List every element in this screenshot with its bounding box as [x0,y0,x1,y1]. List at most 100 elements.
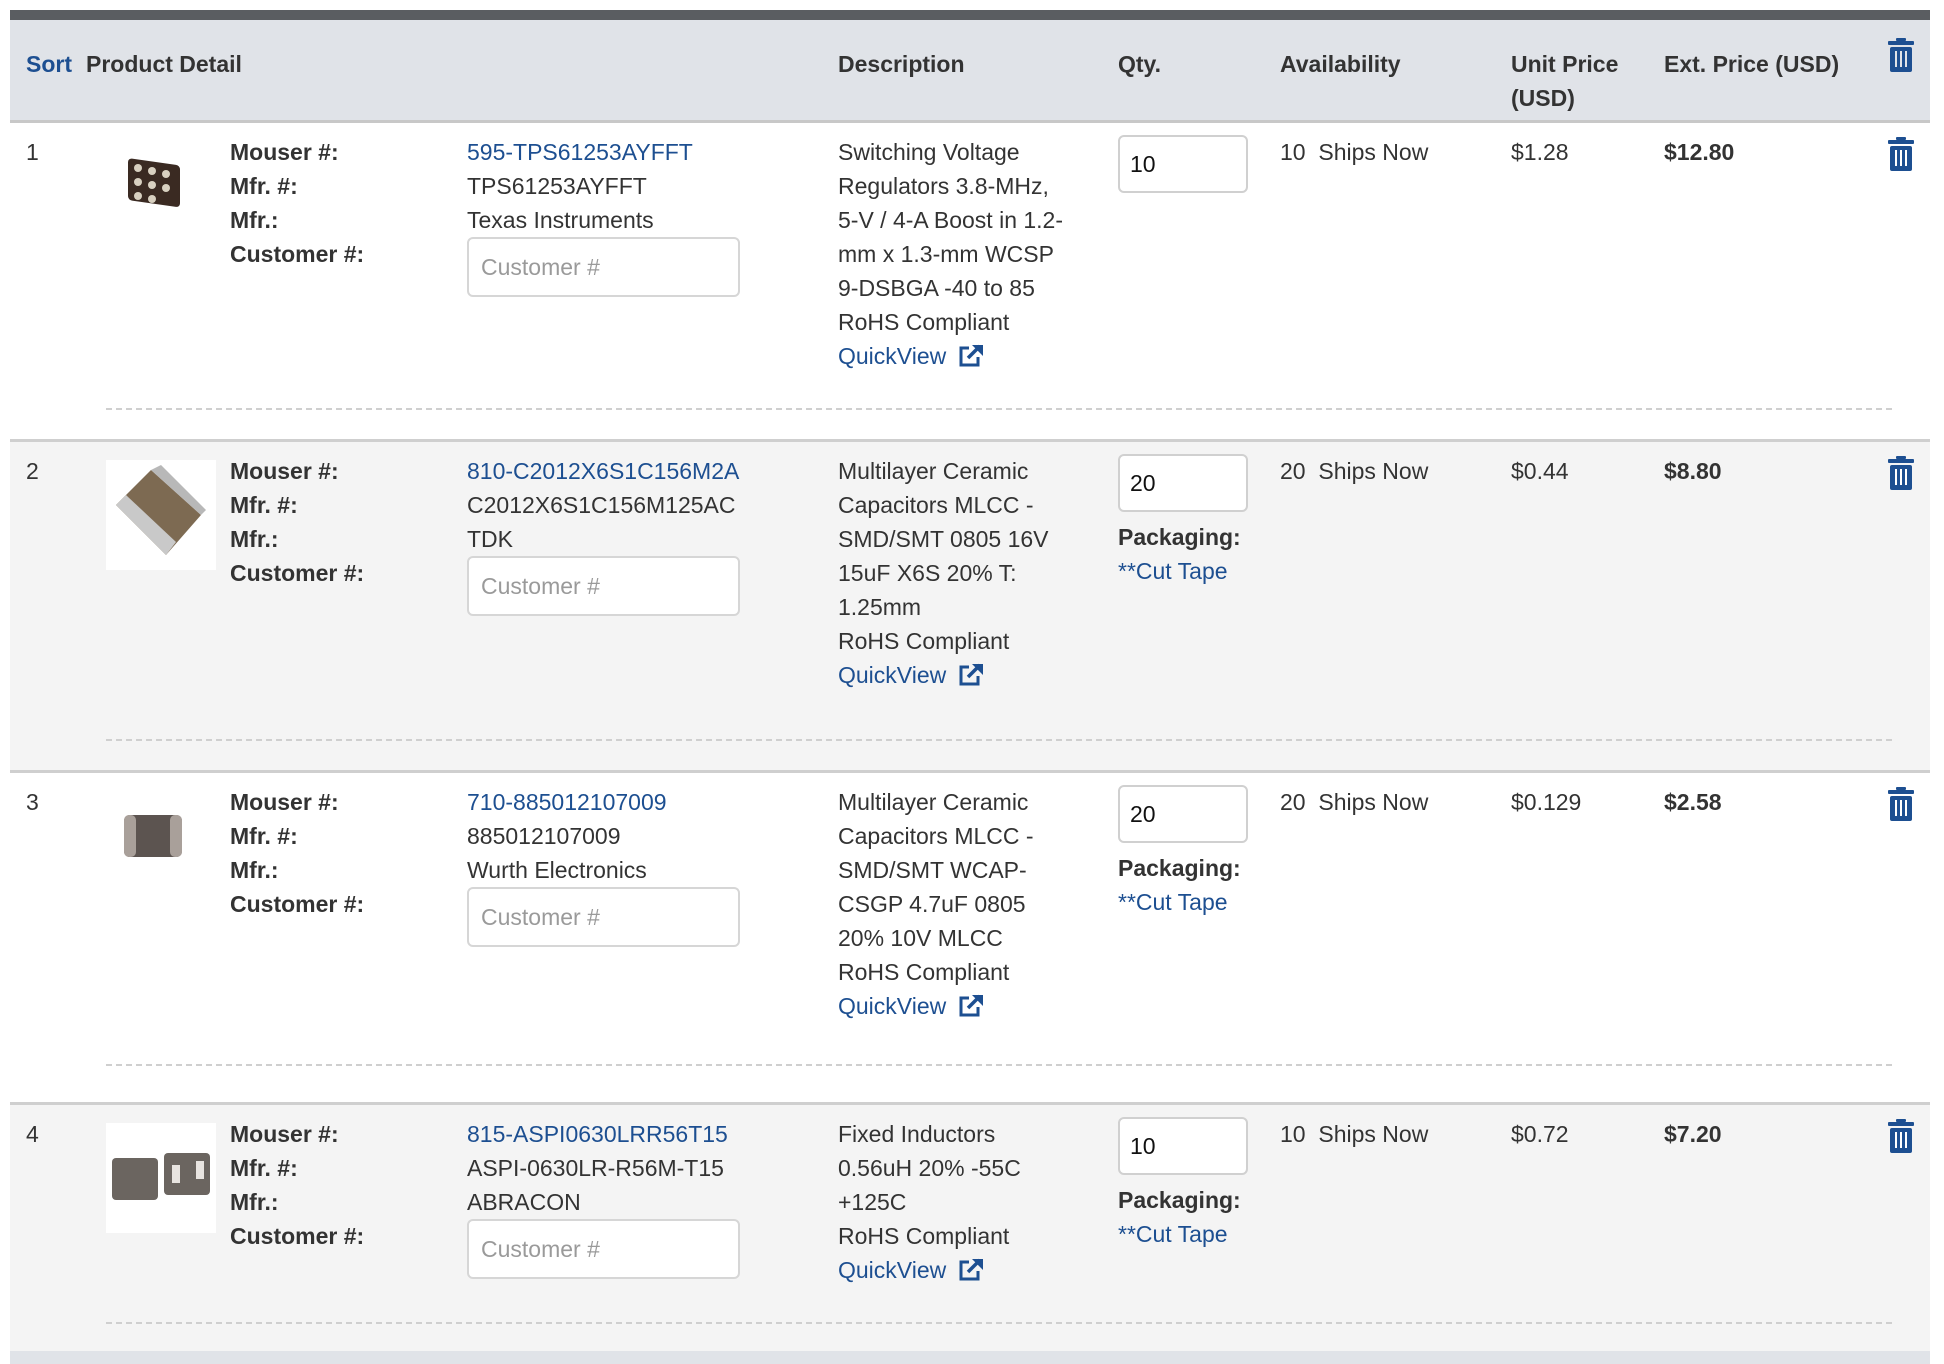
description-text: Fixed Inductors 0.56uH 20% -55C +125C [838,1117,1088,1219]
description-cell: Multilayer Ceramic Capacitors MLCC - SMD/S… [838,785,1088,1023]
description-header: Description [838,51,965,77]
row-index: 2 [26,458,39,484]
quickview-label: QuickView [838,662,947,688]
rohs-status: RoHS Compliant [838,628,1010,654]
customer-number-input[interactable] [467,237,740,297]
availability: 10 Ships Now [1280,135,1428,169]
delete-item-button[interactable] [1887,1119,1915,1153]
availability: 10 Ships Now [1280,1117,1428,1151]
mfr-part-number: C2012X6S1C156M125AC [467,492,736,518]
description-text: Multilayer Ceramic Capacitors MLCC - SMD/S… [838,454,1088,624]
description-line: Regulators 3.8-MHz, [838,173,1049,199]
mouser-label: Mouser #: [230,139,339,165]
packaging-link[interactable]: **Cut Tape [1118,1217,1241,1251]
description-text: Switching Voltage Regulators 3.8-MHz, 5-V … [838,135,1088,305]
description-line: 5-V / 4-A Boost in 1.2- [838,207,1064,233]
availability: 20 Ships Now [1280,454,1428,488]
packaging-block: Packaging: **Cut Tape [1118,851,1241,919]
description-cell: Switching Voltage Regulators 3.8-MHz, 5-V … [838,135,1088,373]
product-image[interactable] [106,141,216,251]
quantity-input[interactable] [1118,1117,1248,1175]
availability-header: Availability [1280,51,1401,77]
external-link-icon [959,344,984,367]
product-labels: Mouser #: Mfr. #: Mfr.: Customer #: [230,785,364,921]
product-image[interactable] [106,1123,216,1233]
ext-price: $7.20 [1664,1121,1722,1147]
row-index: 1 [26,139,39,165]
availability-qty: 20 [1280,789,1306,815]
availability-qty: 10 [1280,1121,1306,1147]
cart-top-bar [10,10,1930,20]
product-detail-header: Product Detail [86,51,242,77]
mfr-label: Mfr.: [230,1189,279,1215]
rohs-status: RoHS Compliant [838,309,1010,335]
packaging-block: Packaging: **Cut Tape [1118,520,1241,588]
description-line: Multilayer Ceramic [838,458,1029,484]
packaging-block: Packaging: **Cut Tape [1118,1183,1241,1251]
delete-all-button[interactable] [1887,38,1915,72]
unit-price-header-line1: Unit Price [1511,51,1619,77]
customer-number-input[interactable] [467,556,740,616]
cart-row: 2 Mouser #: Mfr. #: Mfr.: Customer #: 81… [10,442,1930,773]
description-line: Switching Voltage [838,139,1020,165]
description-line: Capacitors MLCC - [838,492,1034,518]
manufacturer-name: TDK [467,526,513,552]
packaging-link[interactable]: **Cut Tape [1118,554,1241,588]
description-line: 15uF X6S 20% T: [838,560,1017,586]
availability-status: Ships Now [1318,458,1429,484]
row-divider [106,1064,1892,1066]
ext-price: $2.58 [1664,789,1722,815]
external-link-icon [959,994,984,1017]
description-line: 9-DSBGA -40 to 85 [838,275,1035,301]
sort-header-link[interactable]: Sort [26,47,72,81]
mfr-number-label: Mfr. #: [230,173,298,199]
product-labels: Mouser #: Mfr. #: Mfr.: Customer #: [230,135,364,271]
quantity-input[interactable] [1118,135,1248,193]
packaging-link[interactable]: **Cut Tape [1118,885,1241,919]
delete-item-button[interactable] [1887,137,1915,171]
trash-icon [1888,38,1914,72]
manufacturer-name: ABRACON [467,1189,581,1215]
external-link-icon [959,1258,984,1281]
quantity-input[interactable] [1118,454,1248,512]
customer-number-input[interactable] [467,887,740,947]
mouser-part-link[interactable]: 810-C2012X6S1C156M2A [467,454,797,488]
row-divider [106,408,1892,410]
quickview-link[interactable]: QuickView [838,658,984,692]
ext-price: $12.80 [1664,139,1735,165]
quickview-link[interactable]: QuickView [838,1253,984,1287]
table-footer [10,1351,1930,1364]
description-line: SMD/SMT 0805 16V [838,526,1049,552]
cart-table: Sort Product Detail Description Qty. Ava… [10,10,1930,1363]
mouser-part-link[interactable]: 815-ASPI0630LRR56T15 [467,1117,797,1151]
customer-number-input[interactable] [467,1219,740,1279]
availability-status: Ships Now [1318,1121,1429,1147]
customer-number-label: Customer #: [230,1223,365,1249]
delete-item-button[interactable] [1887,787,1915,821]
rohs-status: RoHS Compliant [838,959,1010,985]
quantity-input[interactable] [1118,785,1248,843]
mouser-part-link[interactable]: 710-885012107009 [467,785,797,819]
customer-number-label: Customer #: [230,560,365,586]
mouser-part-link[interactable]: 595-TPS61253AYFFT [467,135,797,169]
external-link-icon [959,663,984,686]
row-divider [106,739,1892,741]
packaging-label: Packaging: [1118,855,1241,881]
ext-price-header: Ext. Price (USD) [1664,51,1840,77]
product-image[interactable] [106,791,216,901]
product-image[interactable] [106,460,216,570]
quickview-link[interactable]: QuickView [838,339,984,373]
mfr-part-number: TPS61253AYFFT [467,173,647,199]
packaging-label: Packaging: [1118,1187,1241,1213]
description-cell: Multilayer Ceramic Capacitors MLCC - SMD/S… [838,454,1088,692]
customer-number-label: Customer #: [230,891,365,917]
qty-header: Qty. [1118,51,1162,77]
description-line: 0.56uH 20% -55C [838,1155,1021,1181]
manufacturer-name: Wurth Electronics [467,857,647,883]
availability: 20 Ships Now [1280,785,1428,819]
product-labels: Mouser #: Mfr. #: Mfr.: Customer #: [230,454,364,590]
availability-qty: 10 [1280,139,1306,165]
delete-item-button[interactable] [1887,456,1915,490]
product-values: 595-TPS61253AYFFT TPS61253AYFFT Texas In… [467,135,797,237]
quickview-link[interactable]: QuickView [838,989,984,1023]
